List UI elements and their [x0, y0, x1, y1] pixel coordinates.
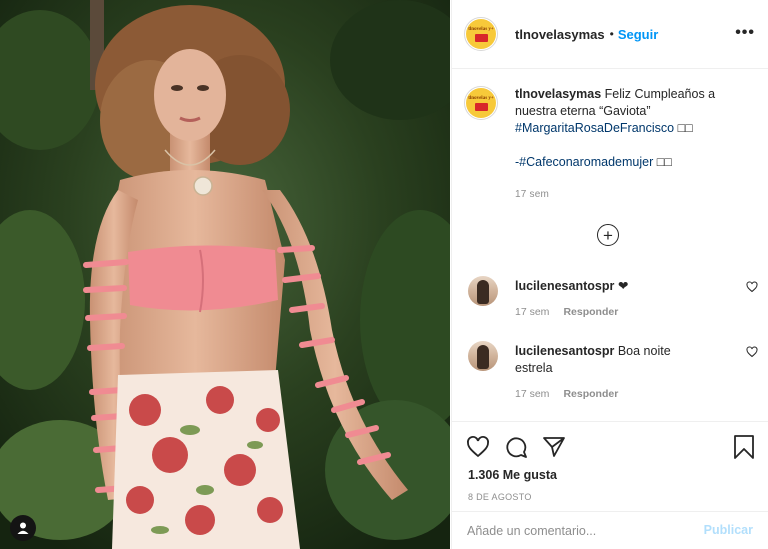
caption-username[interactable]: tlnovelasymas: [515, 87, 601, 101]
author-logo: tlnovelas y+: [466, 19, 496, 49]
post-caption: tlnovelas y+ tlnovelasymas Feliz Cumplea…: [464, 86, 764, 203]
comment-timestamp[interactable]: 17 sem: [515, 388, 549, 400]
caption-timestamp[interactable]: 17 sem: [515, 186, 755, 203]
reply-button[interactable]: Responder: [563, 306, 618, 318]
comment-like-heart-icon[interactable]: [746, 281, 758, 293]
post-header: tlnovelas y+ tlnovelasymas • Seguir •••: [452, 0, 768, 69]
add-comment-bar: Publicar: [452, 511, 768, 549]
like-heart-icon[interactable]: [466, 435, 490, 459]
comment-item: lucilenesantospr ❤ 17 sem Responder: [468, 276, 758, 321]
comment-timestamp[interactable]: 17 sem: [515, 306, 549, 318]
author-avatar[interactable]: tlnovelas y+: [464, 17, 498, 51]
comment-text: lucilenesantospr ❤: [515, 278, 720, 295]
post-actions: 1.306 Me gusta 8 DE AGOSTO: [452, 421, 768, 511]
caption-emoji-1: □□: [677, 121, 693, 135]
post-side-panel: tlnovelas y+ tlnovelasymas • Seguir ••• …: [451, 0, 768, 549]
share-paper-plane-icon[interactable]: [542, 435, 566, 459]
tagged-user-icon[interactable]: [10, 515, 36, 541]
comment-username[interactable]: lucilenesantospr: [515, 344, 614, 358]
comment-like-heart-icon[interactable]: [746, 346, 758, 358]
commenter-avatar[interactable]: [468, 341, 498, 371]
post-photo[interactable]: [0, 0, 450, 549]
reply-button[interactable]: Responder: [563, 388, 618, 400]
caption-body: tlnovelasymas Feliz Cumpleaños a nuestra…: [515, 86, 755, 203]
more-options-icon[interactable]: •••: [735, 24, 755, 42]
author-username[interactable]: tlnovelasymas: [515, 27, 605, 42]
header-separator: •: [609, 27, 614, 41]
post-photo-image: [0, 0, 450, 549]
comment-body: ❤: [617, 279, 629, 293]
load-more-comments-button[interactable]: +: [597, 224, 619, 246]
comment-meta: 17 sem Responder: [515, 388, 618, 400]
caption-author-logo: tlnovelas y+: [466, 88, 496, 118]
publish-button[interactable]: Publicar: [704, 523, 753, 537]
caption-hashtag-margarita[interactable]: #MargaritaRosaDeFrancisco: [515, 121, 674, 135]
caption-author-avatar[interactable]: tlnovelas y+: [464, 86, 498, 120]
caption-hashtag-cafe[interactable]: -#Cafeconaromademujer: [515, 155, 653, 169]
likes-count[interactable]: 1.306 Me gusta: [468, 468, 557, 482]
comment-meta: 17 sem Responder: [515, 306, 618, 318]
follow-button[interactable]: Seguir: [618, 27, 658, 42]
person-icon: [17, 522, 29, 534]
commenter-avatar[interactable]: [468, 276, 498, 306]
comment-item: lucilenesantospr Boa noite estrela 17 se…: [468, 341, 758, 403]
comment-bubble-icon[interactable]: [504, 435, 528, 459]
comment-input[interactable]: [467, 523, 687, 538]
comment-username[interactable]: lucilenesantospr: [515, 279, 614, 293]
caption-emoji-2: □□: [656, 155, 672, 169]
post-date[interactable]: 8 DE AGOSTO: [468, 492, 532, 502]
save-bookmark-icon[interactable]: [733, 435, 755, 459]
comment-text: lucilenesantospr Boa noite estrela: [515, 343, 695, 377]
